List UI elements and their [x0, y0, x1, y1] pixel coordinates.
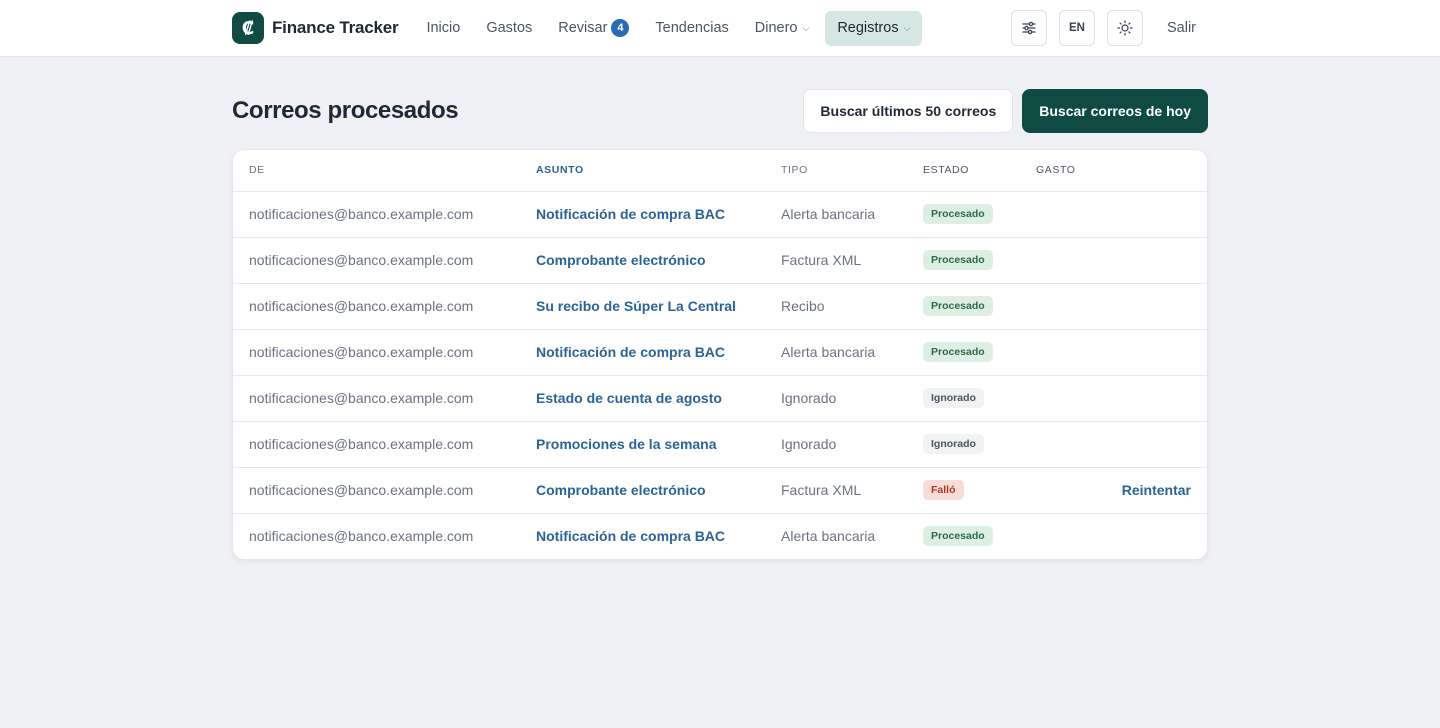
chevron-down-icon: ⌵ — [903, 22, 911, 33]
table-row[interactable]: notificaciones@banco.example.com Notifica… — [233, 513, 1207, 559]
brand[interactable]: ₡ Finance Tracker — [232, 12, 399, 44]
status-badge: Procesado — [923, 204, 993, 224]
email-subject-link[interactable]: Notificación de compra BAC — [536, 528, 725, 544]
retry-link[interactable]: Reintentar — [1122, 482, 1191, 498]
email-subject-link[interactable]: Notificación de compra BAC — [536, 344, 725, 360]
colon-currency-logo-icon: ₡ — [232, 12, 264, 44]
nav-item-tendencias[interactable]: Tendencias — [645, 11, 738, 46]
logout-link[interactable]: Salir — [1167, 20, 1196, 36]
sender-email: notificaciones@banco.example.com — [233, 467, 520, 514]
email-type: Alerta bancaria — [765, 329, 907, 376]
table-body: notificaciones@banco.example.com Notifica… — [233, 191, 1207, 559]
main-nav: Inicio Gastos Revisar 4 Tendencias Diner… — [416, 10, 928, 46]
top-navigation-bar: ₡ Finance Tracker Inicio Gastos Revisar … — [0, 0, 1440, 57]
fetch-last-50-emails-button[interactable]: Buscar últimos 50 correos — [803, 89, 1014, 133]
review-count-badge: 4 — [611, 19, 630, 37]
column-header-status: ESTADO — [907, 150, 1020, 192]
nav-item-label: Revisar — [558, 20, 608, 36]
fetch-today-emails-button[interactable]: Buscar correos de hoy — [1022, 89, 1208, 133]
table-row[interactable]: notificaciones@banco.example.com Su recib… — [233, 283, 1207, 330]
email-subject-link[interactable]: Notificación de compra BAC — [536, 206, 725, 222]
sender-email: notificaciones@banco.example.com — [233, 329, 520, 376]
language-toggle-button[interactable]: EN — [1058, 10, 1095, 46]
column-header-subject: ASUNTO — [520, 150, 765, 192]
table-row[interactable]: notificaciones@banco.example.com Comproba… — [233, 467, 1207, 514]
brand-name: Finance Tracker — [272, 18, 399, 37]
email-subject-link[interactable]: Promociones de la semana — [536, 436, 717, 452]
nav-item-label: Gastos — [486, 20, 533, 36]
nav-item-label: Dinero — [754, 20, 798, 36]
email-type: Factura XML — [765, 237, 907, 284]
email-type: Alerta bancaria — [781, 528, 876, 545]
status-badge: Falló — [923, 480, 964, 500]
processed-emails-table: DE ASUNTO TIPO ESTADO GASTO notificacion… — [233, 150, 1207, 559]
email-subject-link[interactable]: Su recibo de Súper La Central — [536, 298, 736, 314]
language-label: EN — [1068, 22, 1085, 34]
sliders-icon — [1022, 21, 1036, 35]
sender-email: notificaciones@banco.example.com — [233, 237, 520, 284]
status-badge: Procesado — [923, 250, 993, 270]
status-badge: Ignorado — [923, 434, 984, 454]
sun-icon — [1117, 20, 1133, 36]
nav-item-dinero[interactable]: Dinero ⌵ — [745, 11, 820, 46]
column-header-type: TIPO — [765, 150, 907, 192]
email-type: Factura XML — [765, 467, 907, 514]
settings-button[interactable] — [1010, 10, 1047, 46]
page-title: Correos procesados — [232, 97, 459, 124]
email-type: Alerta bancaria — [765, 191, 907, 238]
sender-email: notificaciones@banco.example.com — [233, 421, 520, 468]
status-badge: Procesado — [923, 296, 993, 316]
table-header-row: DE ASUNTO TIPO ESTADO GASTO — [233, 150, 1207, 192]
table-row[interactable]: notificaciones@banco.example.com Notifica… — [233, 191, 1207, 238]
column-header-from: DE — [233, 150, 520, 192]
nav-item-label: Tendencias — [655, 20, 729, 36]
processed-emails-table-card: DE ASUNTO TIPO ESTADO GASTO notificacion… — [232, 149, 1208, 560]
sender-email: notificaciones@banco.example.com — [249, 528, 474, 545]
nav-item-registros[interactable]: Registros ⌵ — [825, 10, 923, 46]
nav-item-label: Inicio — [426, 20, 461, 36]
email-subject-link[interactable]: Comprobante electrónico — [536, 252, 706, 268]
nav-item-revisar[interactable]: Revisar 4 — [548, 11, 639, 46]
table-row[interactable]: notificaciones@banco.example.com Estado d… — [233, 375, 1207, 422]
theme-toggle-button[interactable] — [1106, 10, 1143, 46]
email-subject-link[interactable]: Comprobante electrónico — [536, 482, 706, 498]
page-header: Correos procesados Buscar últimos 50 cor… — [232, 89, 1208, 133]
table-row[interactable]: notificaciones@banco.example.com Comproba… — [233, 237, 1207, 284]
email-type: Ignorado — [765, 375, 907, 422]
chevron-down-icon: ⌵ — [802, 22, 810, 33]
email-subject-link[interactable]: Estado de cuenta de agosto — [536, 390, 722, 406]
status-badge: Ignorado — [923, 388, 984, 408]
email-type: Ignorado — [765, 421, 907, 468]
nav-item-gastos[interactable]: Gastos — [476, 11, 542, 46]
nav-item-label: Registros — [837, 20, 899, 36]
nav-item-inicio[interactable]: Inicio — [416, 11, 470, 46]
sender-email: notificaciones@banco.example.com — [233, 375, 520, 422]
sender-email: notificaciones@banco.example.com — [233, 283, 520, 330]
column-header-expense: GASTO — [1020, 150, 1207, 192]
status-badge: Procesado — [923, 342, 993, 362]
table-row[interactable]: notificaciones@banco.example.com Promocio… — [233, 421, 1207, 468]
status-badge: Procesado — [923, 526, 993, 547]
email-type: Recibo — [765, 283, 907, 330]
sender-email: notificaciones@banco.example.com — [233, 191, 520, 238]
table-row[interactable]: notificaciones@banco.example.com Notifica… — [233, 329, 1207, 376]
